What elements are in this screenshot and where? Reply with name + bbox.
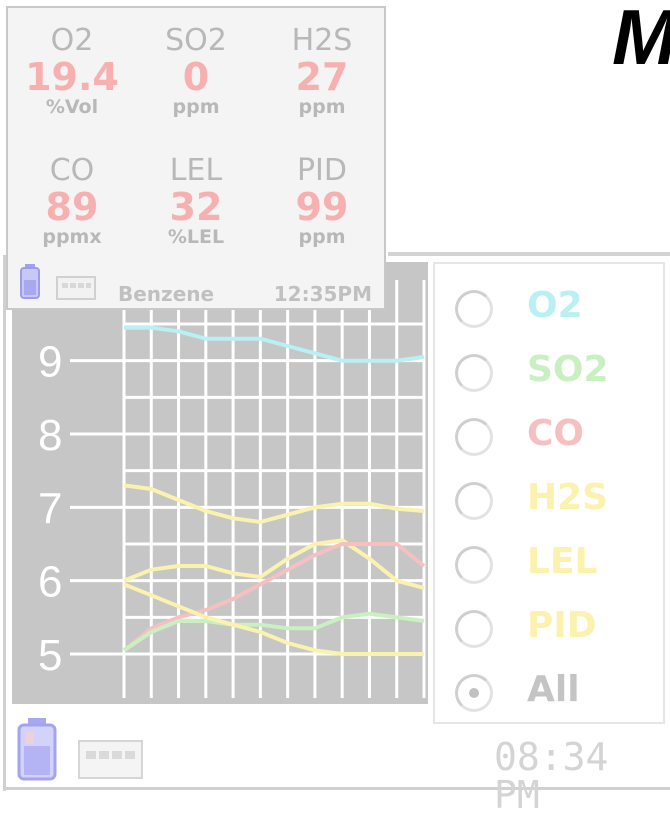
battery-icon	[17, 718, 57, 781]
gas-cell-pid: PID 99 ppm	[262, 156, 382, 247]
gas-unit: %Vol	[45, 96, 99, 118]
y-tick-label: 9	[38, 338, 62, 387]
radio-button[interactable]	[455, 418, 493, 456]
gas-value: 19.4	[25, 55, 119, 99]
page-title-fragment: M	[612, 0, 670, 76]
gas-name: O2	[50, 23, 94, 58]
memory-card-icon	[78, 740, 143, 779]
gas-unit: ppm	[298, 96, 346, 118]
compound-label: Benzene	[118, 282, 215, 306]
gas-trend-chart: 9 8 7 6 5	[12, 262, 428, 704]
frame-border-left	[3, 255, 6, 791]
status-time: 08:34 PM	[494, 735, 609, 817]
gas-selector-panel: O2 SO2 CO H2S LEL PID All	[433, 262, 665, 724]
gas-name: PID	[296, 153, 348, 188]
radio-so2[interactable]: SO2	[453, 350, 653, 406]
gas-unit: ppmx	[42, 226, 102, 248]
series-line-o2	[124, 325, 425, 363]
gas-value: 32	[169, 185, 223, 229]
radio-label: H2S	[527, 477, 609, 518]
gas-name: CO	[49, 153, 95, 188]
y-tick-label: 8	[38, 411, 62, 460]
gas-cell-so2: SO2 0 ppm	[136, 26, 256, 117]
radio-pid[interactable]: PID	[453, 606, 653, 662]
gas-unit: ppm	[298, 226, 346, 248]
gas-value: 89	[45, 185, 99, 229]
gas-cell-o2: O2 19.4 %Vol	[12, 26, 132, 117]
gas-cell-co: CO 89 ppmx	[12, 156, 132, 247]
gas-name: LEL	[169, 153, 223, 188]
gas-readout-panel: O2 19.4 %Vol SO2 0 ppm H2S 27 ppm CO 89 …	[6, 6, 386, 310]
radio-h2s[interactable]: H2S	[453, 478, 653, 534]
gas-unit: ppm	[172, 96, 220, 118]
gas-unit: %LEL	[167, 226, 225, 248]
radio-lel[interactable]: LEL	[453, 542, 653, 598]
radio-button[interactable]	[455, 546, 493, 584]
chart-plot: 9 8 7 6 5	[38, 280, 426, 698]
gas-name: SO2	[165, 23, 227, 58]
radio-label: O2	[527, 285, 583, 326]
radio-button[interactable]	[455, 482, 493, 520]
y-tick-label: 7	[38, 484, 62, 533]
radio-o2[interactable]: O2	[453, 286, 653, 342]
radio-co[interactable]: CO	[453, 414, 653, 470]
gas-name: H2S	[291, 23, 353, 58]
radio-label: SO2	[527, 349, 609, 390]
gas-cell-lel: LEL 32 %LEL	[136, 156, 256, 247]
gas-value: 27	[295, 55, 349, 99]
title-divider	[388, 252, 670, 256]
gas-value: 99	[295, 185, 349, 229]
radio-button[interactable]	[455, 610, 493, 648]
gas-cell-h2s: H2S 27 ppm	[262, 26, 382, 117]
y-tick-label: 5	[38, 631, 62, 680]
radio-label: All	[527, 669, 580, 710]
radio-label: LEL	[527, 541, 598, 582]
radio-label: PID	[527, 605, 597, 646]
series-line-h2s	[123, 483, 425, 524]
battery-icon	[20, 264, 40, 299]
memory-card-icon	[56, 276, 96, 300]
radio-all[interactable]: All	[453, 670, 653, 726]
radio-button[interactable]	[455, 674, 493, 712]
radio-button[interactable]	[455, 290, 493, 328]
y-tick-label: 6	[38, 558, 62, 607]
series-line-co	[122, 542, 426, 652]
gas-value: 0	[182, 55, 210, 99]
radio-button[interactable]	[455, 354, 493, 392]
radio-selected-dot	[469, 688, 479, 698]
radio-label: CO	[527, 413, 585, 454]
readout-time: 12:35PM	[273, 282, 372, 306]
